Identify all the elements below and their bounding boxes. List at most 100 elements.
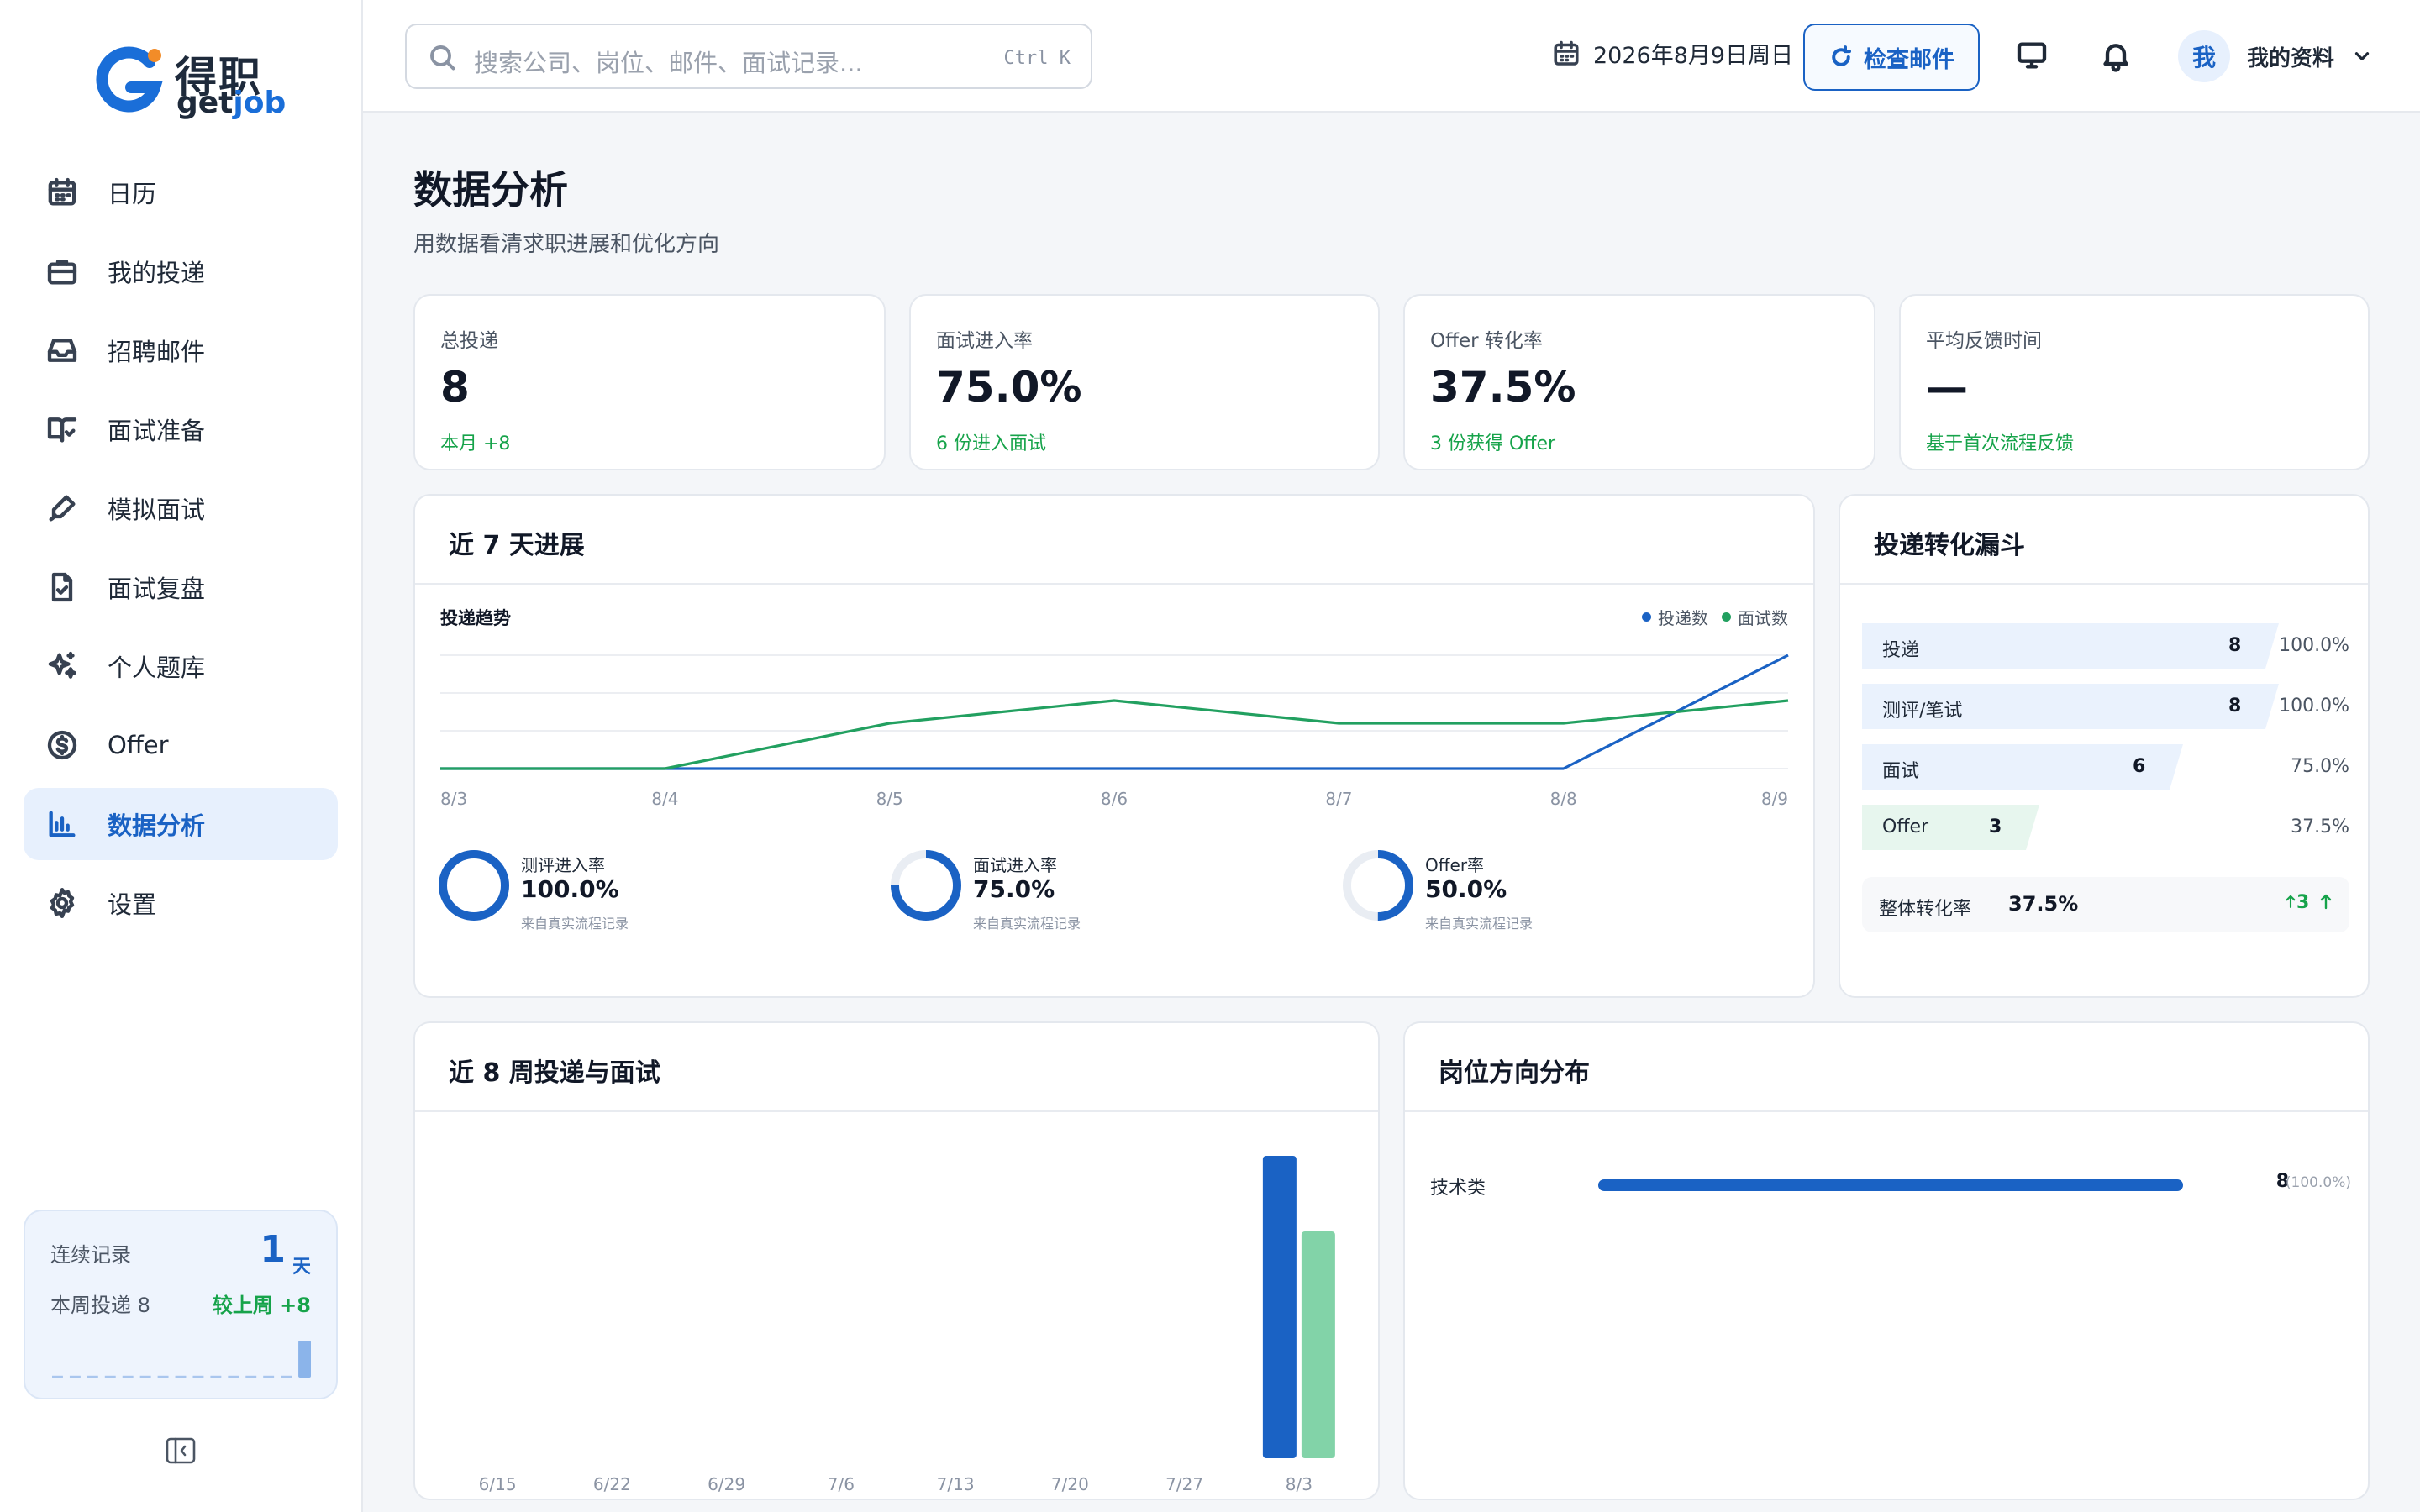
- search-shortcut: Ctrl K: [1003, 48, 1071, 69]
- brand-logo[interactable]: 得职 getjob: [94, 42, 286, 123]
- rate-ring: [1343, 850, 1413, 921]
- avatar: 我: [2178, 30, 2230, 82]
- sidebar-item-label: 我的投递: [108, 259, 206, 287]
- sidebar-item-interview-review[interactable]: 面试复盘: [24, 551, 338, 623]
- monitor-icon: [2017, 42, 2047, 69]
- pen-icon: [49, 495, 76, 522]
- streak-days: 1: [260, 1228, 286, 1271]
- x-tick-label: 8/5: [876, 789, 903, 809]
- x-tick-label: 8/4: [651, 789, 678, 809]
- streak-sparkline: [52, 1341, 311, 1378]
- page-subtitle: 用数据看清求职进展和优化方向: [413, 232, 720, 257]
- rate-value: 100.0%: [521, 875, 619, 903]
- check-mail-label: 检查邮件: [1864, 46, 1954, 73]
- funnel-row[interactable]: Offer 3 37.5%: [1862, 805, 2349, 850]
- logo-mark-icon: [96, 46, 163, 113]
- sidebar-item-offer[interactable]: Offer: [24, 709, 338, 781]
- x-tick-label: 7/13: [937, 1474, 975, 1494]
- funnel-pct: 100.0%: [2279, 635, 2349, 656]
- stat-card-interview-rate: 面试进入率 75.0% 6 份进入面试: [909, 294, 1380, 470]
- page-title: 数据分析: [413, 167, 568, 213]
- sidebar: 得职 getjob 日历 我的投递 招聘邮件 面试准备 模拟面试 面试复盘 个人…: [0, 0, 363, 1512]
- book-open-icon: [47, 417, 77, 443]
- funnel-label: 测评/笔试: [1882, 701, 1963, 722]
- legend-label: 投递数: [1658, 608, 1708, 628]
- bar[interactable]: [1262, 1156, 1297, 1458]
- current-date[interactable]: 2026年8月9日周日: [1551, 37, 1793, 70]
- rate-note: 来自真实流程记录: [521, 916, 629, 932]
- x-tick-label: 7/20: [1051, 1474, 1089, 1494]
- funnel-pct: 37.5%: [2291, 816, 2349, 837]
- funnel-count: 8: [2228, 696, 2242, 717]
- distribution-track: [1598, 1179, 2183, 1191]
- current-date-text: 2026年8月9日周日: [1593, 43, 1794, 69]
- monitor-button[interactable]: [2015, 39, 2049, 72]
- search-input[interactable]: 搜索公司、岗位、邮件、面试记录... Ctrl K: [405, 24, 1092, 89]
- stat-card-feedback-time: 平均反馈时间 — 基于首次流程反馈: [1899, 294, 2370, 470]
- x-tick-label: 8/3: [440, 789, 467, 809]
- sidebar-item-settings[interactable]: 设置: [24, 867, 338, 939]
- funnel-row[interactable]: 投递 8 100.0%: [1862, 623, 2349, 669]
- streak-card: 连续记录 1 天 本周投递 8 较上周 +8: [24, 1210, 338, 1399]
- distribution-pct: (100.0%): [2285, 1174, 2351, 1191]
- funnel-count: 3: [1989, 816, 2002, 837]
- sidebar-item-label: 模拟面试: [108, 496, 206, 524]
- gear-icon: [50, 888, 75, 918]
- ring-progress: [439, 850, 509, 921]
- sidebar-item-label: 面试准备: [108, 417, 206, 445]
- rate-label: Offer率: [1425, 855, 1485, 875]
- sidebar-collapse-icon[interactable]: [165, 1436, 197, 1465]
- funnel-row[interactable]: 测评/笔试 8 100.0%: [1862, 684, 2349, 729]
- rate-ring-interview: 面试进入率 75.0% 来自真实流程记录: [889, 848, 1141, 941]
- sidebar-item-mock-interview[interactable]: 模拟面试: [24, 472, 338, 544]
- sidebar-item-label: 设置: [108, 890, 157, 919]
- x-tick-label: 8/6: [1101, 789, 1128, 809]
- funnel-card: 投递转化漏斗 投递 8 100.0% 测评/笔试 8 100.0% 面试 6 7…: [1839, 494, 2370, 998]
- funnel-label: 投递: [1882, 640, 1920, 661]
- stat-note: 基于首次流程反馈: [1926, 433, 2075, 454]
- sidebar-item-calendar[interactable]: 日历: [24, 156, 338, 228]
- brand-name-en-get: get: [176, 86, 234, 120]
- bell-icon: [2103, 44, 2128, 72]
- stat-value: 37.5%: [1430, 363, 1576, 412]
- stat-note: 3 份获得 Offer: [1430, 433, 1556, 454]
- streak-week-label: 本周投递 8: [50, 1294, 150, 1317]
- sidebar-item-interview-prep[interactable]: 面试准备: [24, 393, 338, 465]
- stat-value: 8: [440, 363, 470, 412]
- funnel-pct: 75.0%: [2291, 756, 2349, 777]
- chevron-down-icon: [2354, 52, 2370, 60]
- stat-label: 总投递: [440, 330, 498, 352]
- distribution-row[interactable]: 技术类 8 (100.0%): [1430, 1168, 2351, 1201]
- rate-value: 50.0%: [1425, 875, 1507, 903]
- funnel-total-label: 整体转化率: [1879, 899, 1972, 920]
- rate-label: 面试进入率: [973, 855, 1057, 875]
- trend-line-chart: 8/3 8/4 8/5 8/6 8/7 8/8 8/9: [440, 654, 1789, 809]
- search-placeholder: 搜索公司、岗位、邮件、面试记录...: [474, 49, 863, 77]
- bar[interactable]: [1301, 1231, 1335, 1458]
- x-tick-label: 8/8: [1550, 789, 1577, 809]
- funnel-card-header: 投递转化漏斗: [1840, 496, 2368, 585]
- sidebar-item-question-bank[interactable]: 个人题库: [24, 630, 338, 702]
- rate-ring: [439, 850, 509, 921]
- check-mail-button[interactable]: 检查邮件: [1803, 24, 1980, 91]
- sidebar-item-analytics[interactable]: 数据分析: [24, 788, 338, 860]
- legend-item-interviews: 面试数: [1722, 605, 1788, 629]
- rate-label: 测评进入率: [521, 855, 605, 875]
- profile-menu[interactable]: 我 我的资料: [2178, 30, 2373, 82]
- distribution-label: 技术类: [1430, 1178, 1486, 1199]
- stat-label: Offer 转化率: [1430, 330, 1543, 352]
- weekly-bar-chart: 6/15 6/22 6/29 7/6 7/13 7/20 7/27 8/3: [479, 1156, 1335, 1494]
- funnel-pct: 100.0%: [2279, 696, 2349, 717]
- trend-chart-title: 投递趋势: [440, 608, 511, 628]
- notifications-button[interactable]: [2099, 39, 2133, 72]
- weekly-card-title: 近 8 周投递与面试: [449, 1058, 660, 1088]
- x-tick-label: 8/9: [1761, 789, 1788, 809]
- sidebar-item-label: 数据分析: [108, 811, 206, 840]
- x-tick-label: 8/7: [1325, 789, 1352, 809]
- sidebar-item-emails[interactable]: 招聘邮件: [24, 314, 338, 386]
- sidebar-item-applications[interactable]: 我的投递: [24, 235, 338, 307]
- legend-item-applications: 投递数: [1642, 605, 1708, 629]
- sidebar-item-label: 面试复盘: [108, 575, 206, 603]
- funnel-row[interactable]: 面试 6 75.0%: [1862, 744, 2349, 790]
- inbox-icon: [47, 339, 77, 362]
